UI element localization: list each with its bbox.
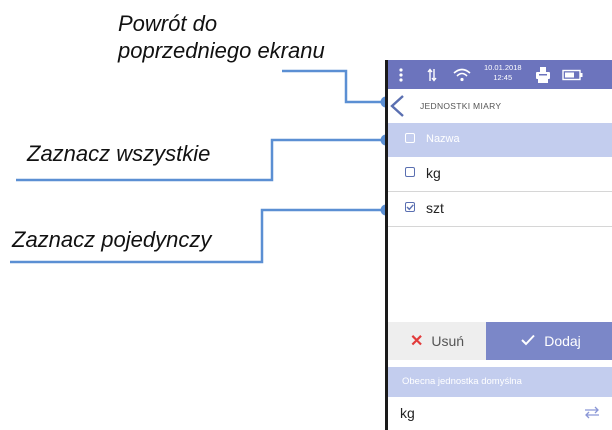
select-all-checkbox[interactable] [405, 133, 415, 143]
annotation-back: Powrót do poprzedniego ekranu [118, 10, 325, 64]
annotation-back-line1: Powrót do [118, 11, 218, 36]
list-item[interactable]: kg [388, 157, 612, 192]
default-unit-value: kg [400, 405, 415, 421]
delete-button[interactable]: ✕ Usuń [388, 322, 486, 360]
close-icon: ✕ [409, 333, 424, 350]
add-button[interactable]: Dodaj [486, 322, 612, 360]
default-unit-header-label: Obecna jednostka domyślna [402, 376, 522, 387]
item-checkbox-szt[interactable] [405, 202, 415, 212]
status-time: 12:45 [493, 73, 513, 82]
swap-arrows-icon[interactable] [583, 405, 601, 424]
wifi-icon [452, 60, 472, 89]
default-unit-row[interactable]: kg [388, 397, 612, 430]
status-bar: 10.01.2018 12:45 [388, 60, 612, 89]
back-arrow-icon[interactable] [388, 93, 408, 124]
data-transfer-icon [427, 60, 437, 89]
check-icon [520, 333, 536, 350]
action-bar: ✕ Usuń Dodaj [388, 322, 612, 360]
item-label-kg: kg [426, 165, 441, 181]
add-button-label: Dodaj [544, 333, 581, 349]
column-header-name: Nazwa [426, 133, 460, 145]
select-all-row[interactable]: Nazwa [388, 123, 612, 157]
device-screen: 10.01.2018 12:45 JEDNOSTKI MIARY Nazwa k… [385, 60, 612, 430]
item-label-szt: szt [426, 200, 444, 216]
nav-bar: JEDNOSTKI MIARY [388, 89, 612, 123]
leader-back [282, 69, 386, 104]
delete-button-label: Usuń [431, 333, 465, 349]
printer-icon [535, 60, 551, 89]
status-date: 10.01.2018 [484, 63, 522, 72]
battery-icon [562, 60, 584, 89]
annotation-back-line2: poprzedniego ekranu [118, 38, 325, 63]
annotation-select-all: Zaznacz wszystkie [27, 141, 211, 166]
menu-dots-icon[interactable] [398, 60, 404, 89]
page-title: JEDNOSTKI MIARY [420, 101, 502, 111]
checkmark-icon [406, 204, 414, 211]
annotation-select-single: Zaznacz pojedynczy [12, 227, 212, 252]
item-checkbox-kg[interactable] [405, 167, 415, 177]
default-unit-header: Obecna jednostka domyślna [388, 367, 612, 397]
list-item[interactable]: szt [388, 192, 612, 227]
status-datetime: 10.01.2018 12:45 [484, 63, 522, 83]
